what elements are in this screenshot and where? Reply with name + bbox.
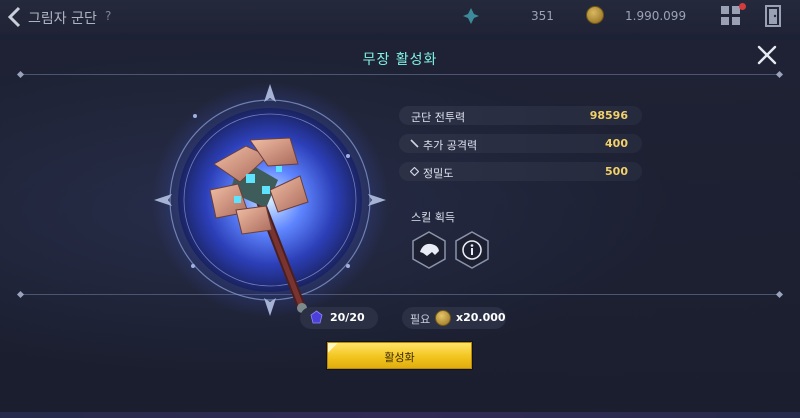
stat-value: 400: [605, 137, 628, 150]
activate-button[interactable]: 활성화: [327, 342, 472, 369]
stat-value: 500: [605, 165, 628, 178]
gold-coin-icon: [586, 6, 604, 24]
divider-ornament: [775, 70, 784, 79]
back-arrow-icon[interactable]: [6, 6, 24, 28]
shard-count-pill: 20/20: [300, 307, 378, 329]
help-icon[interactable]: ?: [105, 9, 111, 23]
stat-label: 추가 공격력: [423, 139, 478, 152]
shard-icon: [310, 310, 323, 324]
stat-row-power: 군단 전투력 98596: [399, 106, 642, 125]
shard-resource-icon: [463, 8, 479, 24]
exit-door-icon[interactable]: [764, 5, 782, 27]
required-label: 필요: [410, 313, 431, 326]
shard-count: 20/20: [330, 311, 365, 324]
gold-cost-pill: 필요 x20.000: [402, 307, 506, 329]
stat-row-attack: 추가 공격력 400: [399, 134, 642, 153]
beast-skill-icon[interactable]: [411, 231, 447, 269]
resource-value: 351: [531, 9, 554, 23]
stat-row-precision: 정밀도 500: [399, 162, 642, 181]
stat-label: 군단 전투력: [411, 111, 466, 124]
activate-button-label: 활성화: [384, 351, 415, 364]
divider-ornament: [16, 70, 25, 79]
stat-value: 98596: [589, 109, 628, 122]
page-title: 그림자 군단: [28, 11, 97, 27]
divider-ornament: [775, 290, 784, 299]
gold-required: x20.000: [456, 311, 506, 324]
skill-section-title: 스킬 획득: [411, 211, 455, 224]
info-icon[interactable]: [454, 231, 490, 269]
bottom-divider: [20, 294, 780, 295]
stat-label: 정밀도: [423, 167, 454, 180]
activate-weapon-modal: 무장 활성화 군단 전투력 98596 추가 공격력 400 정밀도 500 스…: [0, 40, 800, 418]
top-divider: [20, 74, 780, 75]
diamond-icon: [410, 167, 419, 176]
notification-dot: [739, 3, 746, 10]
gold-coin-icon: [435, 310, 451, 326]
bottom-decor-strip: [0, 412, 800, 418]
sword-icon: [410, 139, 419, 148]
gold-value: 1.990.099: [625, 9, 687, 23]
modal-title: 무장 활성화: [362, 52, 438, 68]
close-icon[interactable]: [756, 44, 778, 66]
top-bar: 그림자 군단 ? 351 1.990.099: [0, 0, 800, 34]
divider-ornament: [16, 290, 25, 299]
weapon-emblem: [152, 82, 388, 318]
